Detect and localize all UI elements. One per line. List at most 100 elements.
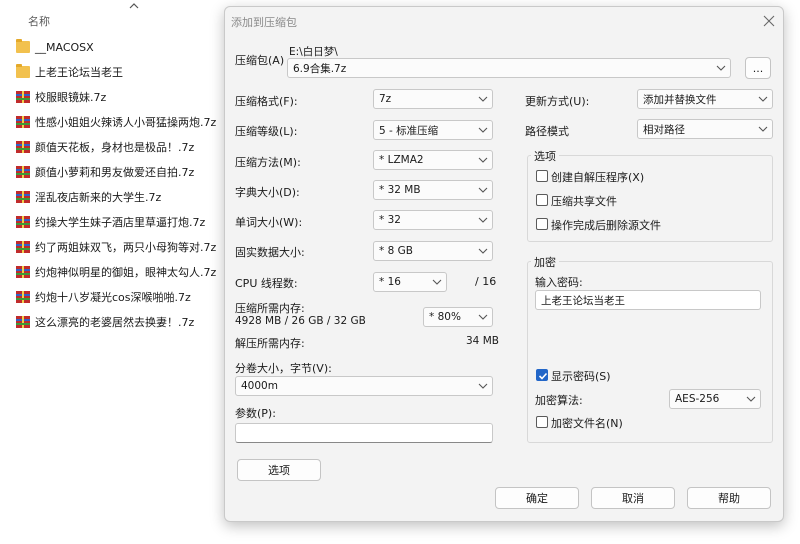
file-name: 上老王论坛当老王 bbox=[35, 66, 123, 79]
list-item[interactable]: 约炮十八岁凝光cos深喉啪啪.7z bbox=[16, 286, 226, 308]
format-value: 7z bbox=[379, 93, 392, 105]
chevron-down-icon bbox=[478, 217, 488, 223]
chevron-down-icon bbox=[758, 96, 768, 102]
dict-select[interactable]: * 32 MB bbox=[373, 180, 493, 200]
archive-icon bbox=[16, 141, 30, 153]
folder-icon bbox=[16, 64, 30, 78]
memory-detail: 4928 MB / 26 GB / 32 GB bbox=[235, 315, 366, 327]
archive-name-value: 6.9合集.7z bbox=[293, 62, 347, 75]
dialog-title: 添加到压缩包 bbox=[231, 16, 297, 29]
file-name: 颜值小萝莉和男友做爱还自拍.7z bbox=[35, 166, 195, 179]
list-item[interactable]: 约炮神似明星的御姐，眼神太勾人.7z bbox=[16, 261, 226, 283]
file-name: 淫乱夜店新来的大学生.7z bbox=[35, 191, 162, 204]
path-mode-select[interactable]: 相对路径 bbox=[637, 119, 773, 139]
cpu-select[interactable]: * 16 bbox=[373, 272, 447, 292]
update-mode-select[interactable]: 添加并替换文件 bbox=[637, 89, 773, 109]
file-name: __MACOSX bbox=[35, 40, 94, 54]
level-value: 5 - 标准压缩 bbox=[379, 124, 439, 137]
decompress-memory-label: 解压所需内存: bbox=[235, 337, 305, 350]
encrypt-names-checkbox[interactable] bbox=[536, 416, 548, 428]
level-label: 压缩等级(L): bbox=[235, 125, 298, 138]
chevron-down-icon bbox=[478, 157, 488, 163]
encrypt-names-label: 加密文件名(N) bbox=[551, 417, 623, 430]
delete-after-label: 操作完成后删除源文件 bbox=[551, 219, 661, 232]
chevron-down-icon bbox=[478, 383, 488, 389]
archive-icon bbox=[16, 91, 30, 103]
dict-label: 字典大小(D): bbox=[235, 186, 300, 199]
method-select[interactable]: * LZMA2 bbox=[373, 150, 493, 170]
file-name: 约炮十八岁凝光cos深喉啪啪.7z bbox=[35, 291, 191, 304]
list-item[interactable]: 淫乱夜店新来的大学生.7z bbox=[16, 186, 226, 208]
column-header-name[interactable]: 名称 bbox=[0, 0, 226, 34]
level-select[interactable]: 5 - 标准压缩 bbox=[373, 120, 493, 140]
encryption-group-title: 加密 bbox=[531, 254, 559, 270]
list-item[interactable]: 校服眼镜妹.7z bbox=[16, 86, 226, 108]
format-select[interactable]: 7z bbox=[373, 89, 493, 109]
split-label: 分卷大小，字节(V): bbox=[235, 362, 332, 375]
memory-label: 压缩所需内存: bbox=[235, 302, 305, 315]
list-item[interactable]: __MACOSX bbox=[16, 36, 226, 58]
archive-icon bbox=[16, 191, 30, 203]
password-value: 上老王论坛当老王 bbox=[541, 294, 625, 307]
file-name: 校服眼镜妹.7z bbox=[35, 91, 107, 104]
chevron-down-icon bbox=[716, 65, 726, 71]
help-button[interactable]: 帮助 bbox=[687, 487, 771, 509]
file-name: 这么漂亮的老婆居然去换妻！.7z bbox=[35, 316, 195, 329]
shared-files-label: 压缩共享文件 bbox=[551, 195, 617, 208]
list-item[interactable]: 上老王论坛当老王 bbox=[16, 61, 226, 83]
list-item[interactable]: 约了两姐妹双飞，两只小母狗等对.7z bbox=[16, 236, 226, 258]
show-password-checkbox[interactable] bbox=[536, 369, 548, 381]
cancel-button[interactable]: 取消 bbox=[591, 487, 675, 509]
password-label: 输入密码: bbox=[535, 276, 583, 289]
file-name: 约炮神似明星的御姐，眼神太勾人.7z bbox=[35, 266, 217, 279]
options-button[interactable]: 选项 bbox=[237, 459, 321, 481]
file-name: 颜值天花板，身材也是极品！.7z bbox=[35, 141, 195, 154]
chevron-down-icon bbox=[478, 248, 488, 254]
encryption-method-select[interactable]: AES-256 bbox=[669, 389, 761, 409]
chevron-down-icon bbox=[478, 187, 488, 193]
list-item[interactable]: 性感小姐姐火辣诱人小哥猛操两炮.7z bbox=[16, 111, 226, 133]
sfx-label: 创建自解压程序(X) bbox=[551, 171, 645, 184]
options-group-title: 选项 bbox=[531, 148, 559, 164]
cpu-max: / 16 bbox=[475, 275, 497, 288]
archive-name-combobox[interactable]: 6.9合集.7z bbox=[287, 58, 731, 78]
list-item[interactable]: 颜值小萝莉和男友做爱还自拍.7z bbox=[16, 161, 226, 183]
split-size-combobox[interactable]: 4000m bbox=[235, 376, 493, 396]
archive-icon bbox=[16, 316, 30, 328]
show-password-label: 显示密码(S) bbox=[551, 370, 611, 383]
file-name: 性感小姐姐火辣诱人小哥猛操两炮.7z bbox=[35, 116, 217, 129]
list-item[interactable]: 颜值天花板，身材也是极品！.7z bbox=[16, 136, 226, 158]
file-name: 约了两姐妹双飞，两只小母狗等对.7z bbox=[35, 241, 217, 254]
archive-icon bbox=[16, 216, 30, 228]
sort-ascending-icon bbox=[129, 3, 139, 9]
add-to-archive-dialog: 添加到压缩包 压缩包(A) E:\白日梦\ 6.9合集.7z ... 压缩格式(… bbox=[224, 6, 784, 522]
cpu-label: CPU 线程数: bbox=[235, 277, 298, 290]
archive-label: 压缩包(A) bbox=[235, 54, 285, 67]
list-item[interactable]: 约操大学生妹子酒店里草逼打炮.7z bbox=[16, 211, 226, 233]
word-label: 单词大小(W): bbox=[235, 216, 303, 229]
sfx-checkbox[interactable] bbox=[536, 170, 548, 182]
close-icon[interactable] bbox=[761, 13, 777, 29]
column-header-label: 名称 bbox=[28, 15, 50, 28]
update-mode-label: 更新方式(U): bbox=[525, 95, 590, 108]
path-mode-label: 路径模式 bbox=[525, 125, 569, 138]
password-input[interactable]: 上老王论坛当老王 bbox=[535, 290, 761, 310]
params-input[interactable] bbox=[235, 423, 493, 443]
chevron-down-icon bbox=[478, 127, 488, 133]
params-label: 参数(P): bbox=[235, 407, 276, 420]
shared-files-checkbox[interactable] bbox=[536, 194, 548, 206]
memory-usage-select[interactable]: * 80% bbox=[423, 307, 493, 327]
word-select[interactable]: * 32 bbox=[373, 210, 493, 230]
list-item[interactable]: 这么漂亮的老婆居然去换妻！.7z bbox=[16, 311, 226, 333]
solid-label: 固实数据大小: bbox=[235, 246, 305, 259]
solid-select[interactable]: * 8 GB bbox=[373, 241, 493, 261]
delete-after-checkbox[interactable] bbox=[536, 218, 548, 230]
split-size-value: 4000m bbox=[241, 380, 278, 392]
update-mode-value: 添加并替换文件 bbox=[643, 93, 717, 106]
checkmark-icon bbox=[538, 372, 548, 380]
ok-button[interactable]: 确定 bbox=[495, 487, 579, 509]
archive-icon bbox=[16, 241, 30, 253]
archive-icon bbox=[16, 291, 30, 303]
browse-button[interactable]: ... bbox=[745, 57, 771, 79]
decompress-memory-value: 34 MB bbox=[466, 335, 499, 347]
